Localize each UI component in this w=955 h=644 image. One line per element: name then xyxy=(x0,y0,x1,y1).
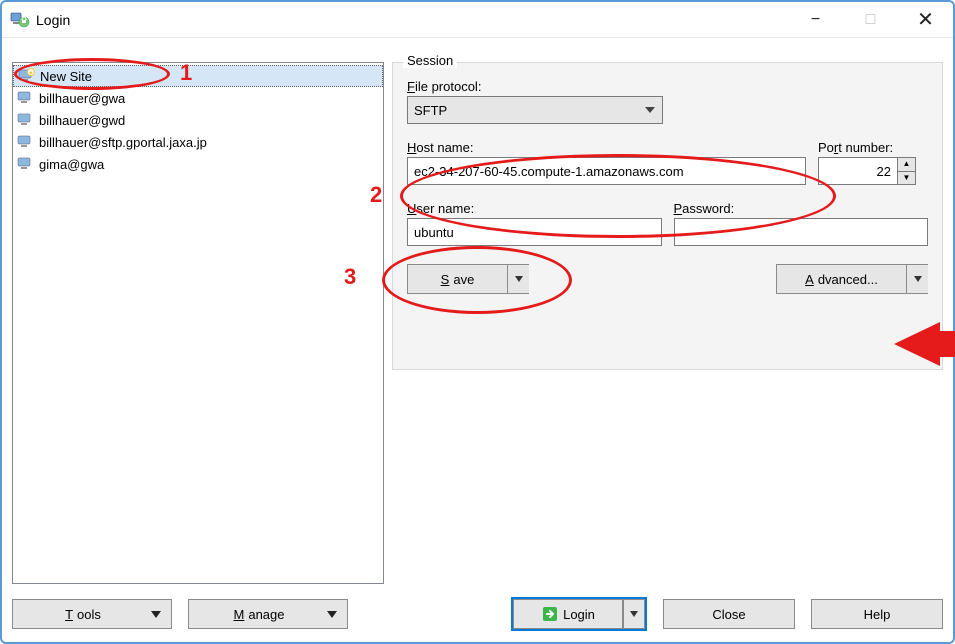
login-split-button: Login xyxy=(511,597,647,631)
list-item[interactable]: gima@gwa xyxy=(13,153,383,175)
site-new-icon xyxy=(18,68,36,84)
host-name-input[interactable] xyxy=(407,157,806,185)
login-icon xyxy=(541,605,559,623)
port-number-input[interactable] xyxy=(818,157,898,185)
login-label: Login xyxy=(563,607,595,622)
save-button[interactable]: Save xyxy=(407,264,507,294)
site-label: New Site xyxy=(40,69,92,84)
user-name-label: User name: xyxy=(407,201,662,216)
maximize-button: □ xyxy=(843,2,898,37)
manage-label: anage xyxy=(248,607,284,622)
spinner-down-icon[interactable]: ▼ xyxy=(898,172,915,185)
user-name-input[interactable] xyxy=(407,218,662,246)
session-legend: Session xyxy=(403,53,457,68)
host-name-label: Host name: xyxy=(407,140,806,155)
window-controls: − □ ✕ xyxy=(788,2,953,37)
site-label: billhauer@gwa xyxy=(39,91,125,106)
password-label: Password: xyxy=(674,201,929,216)
site-icon xyxy=(17,156,35,172)
close-button[interactable]: Close xyxy=(663,599,795,629)
window-title: Login xyxy=(36,12,788,28)
site-icon xyxy=(17,90,35,106)
site-label: billhauer@sftp.gportal.jaxa.jp xyxy=(39,135,207,150)
port-number-label: Port number: xyxy=(818,140,928,155)
tools-label: ools xyxy=(77,607,101,622)
session-group: Session FFile protocol:ile protocol: SFT… xyxy=(392,62,943,370)
spinner-up-icon[interactable]: ▲ xyxy=(898,158,915,172)
site-label: billhauer@gwd xyxy=(39,113,125,128)
login-button[interactable]: Login xyxy=(513,599,623,629)
file-protocol-select[interactable]: SFTP xyxy=(407,96,663,124)
site-icon xyxy=(17,112,35,128)
site-label: gima@gwa xyxy=(39,157,104,172)
list-item[interactable]: billhauer@gwd xyxy=(13,109,383,131)
site-icon xyxy=(17,134,35,150)
advanced-button[interactable]: Advanced... xyxy=(776,264,906,294)
list-item[interactable]: billhauer@sftp.gportal.jaxa.jp xyxy=(13,131,383,153)
list-item[interactable]: New Site xyxy=(13,65,383,87)
help-button[interactable]: Help xyxy=(811,599,943,629)
save-split-button: Save xyxy=(407,264,529,294)
tools-button[interactable]: Tools xyxy=(12,599,172,629)
save-dropdown-button[interactable] xyxy=(507,264,529,294)
list-item[interactable]: billhauer@gwa xyxy=(13,87,383,109)
site-list[interactable]: New Site billhauer@gwa billhauer@gwd bil… xyxy=(12,62,384,584)
manage-button[interactable]: Manage xyxy=(188,599,348,629)
advanced-split-button: Advanced... xyxy=(776,264,928,294)
advanced-dropdown-button[interactable] xyxy=(906,264,928,294)
titlebar: Login − □ ✕ xyxy=(2,2,953,38)
app-icon xyxy=(10,10,30,30)
login-dropdown-button[interactable] xyxy=(623,599,645,629)
port-spinner[interactable]: ▲ ▼ xyxy=(898,157,916,185)
file-protocol-label: FFile protocol:ile protocol: xyxy=(407,79,928,94)
minimize-button[interactable]: − xyxy=(788,2,843,37)
password-input[interactable] xyxy=(674,218,929,246)
bottom-button-bar: Tools Manage Login Close Help xyxy=(12,596,943,632)
close-window-button[interactable]: ✕ xyxy=(898,2,953,37)
